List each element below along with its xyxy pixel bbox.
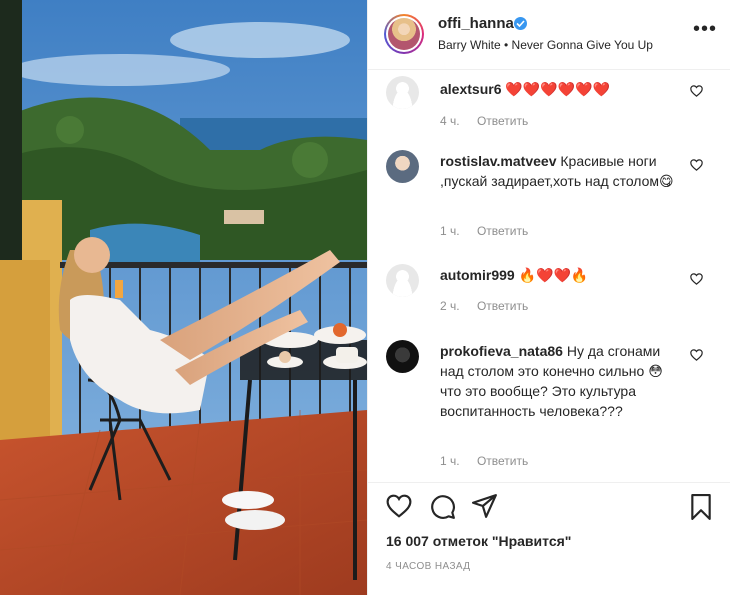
comment-text: rostislav.matveev Красивые ноги ,пускай … bbox=[440, 151, 680, 191]
comment-time: 1 ч. bbox=[440, 224, 460, 238]
comment-time: 2 ч. bbox=[440, 299, 460, 313]
comment-time: 1 ч. bbox=[440, 454, 460, 468]
like-comment-heart-icon[interactable] bbox=[690, 348, 703, 366]
comment-meta: 4 ч. Ответить bbox=[440, 114, 542, 128]
like-heart-icon[interactable] bbox=[386, 494, 412, 523]
share-paper-plane-icon[interactable] bbox=[472, 494, 498, 523]
comment-username[interactable]: rostislav.matveev bbox=[440, 153, 556, 169]
comment-body: ❤️❤️❤️❤️❤️❤️ bbox=[505, 81, 610, 97]
like-comment-heart-icon[interactable] bbox=[690, 158, 703, 176]
post-header: offi_hanna Barry White • Never Gonna Giv… bbox=[368, 0, 730, 70]
comment-meta: 1 ч. Ответить bbox=[440, 454, 542, 468]
commenter-avatar[interactable] bbox=[386, 76, 419, 109]
like-comment-heart-icon[interactable] bbox=[690, 272, 703, 290]
likes-count[interactable]: 16 007 отметок "Нравится" bbox=[386, 533, 571, 549]
comment-meta: 1 ч. Ответить bbox=[440, 224, 542, 238]
post-actions: 16 007 отметок "Нравится" 4 ЧАСОВ НАЗАД bbox=[368, 482, 730, 595]
author-username[interactable]: offi_hanna bbox=[438, 15, 514, 32]
commenter-avatar[interactable] bbox=[386, 340, 419, 373]
comment-username[interactable]: automir999 bbox=[440, 267, 515, 283]
comment-time: 4 ч. bbox=[440, 114, 460, 128]
reply-button[interactable]: Ответить bbox=[477, 454, 528, 468]
post-photo[interactable] bbox=[0, 0, 367, 595]
reply-button[interactable]: Ответить bbox=[477, 299, 528, 313]
author-avatar[interactable] bbox=[384, 14, 424, 54]
commenter-avatar[interactable] bbox=[386, 264, 419, 297]
reply-button[interactable]: Ответить bbox=[477, 224, 528, 238]
comment-username[interactable]: prokofieva_nata86 bbox=[440, 343, 563, 359]
comment-text: automir999 🔥❤️❤️🔥 bbox=[440, 265, 680, 285]
comment-text: alextsur6 ❤️❤️❤️❤️❤️❤️ bbox=[440, 79, 680, 99]
more-options-icon[interactable]: ••• bbox=[693, 19, 717, 39]
verified-badge-icon bbox=[514, 17, 527, 30]
comment-meta: 2 ч. Ответить bbox=[440, 299, 542, 313]
comment-body: 🔥❤️❤️🔥 bbox=[518, 267, 589, 283]
post-time-ago: 4 ЧАСОВ НАЗАД bbox=[386, 561, 471, 572]
commenter-avatar[interactable] bbox=[386, 150, 419, 183]
post-photo-illustration bbox=[0, 0, 367, 595]
comment-text: prokofieva_nata86 Ну да сгонами над стол… bbox=[440, 341, 680, 421]
comments-list: alextsur6 ❤️❤️❤️❤️❤️❤️ 4 ч. Ответить ros… bbox=[368, 70, 730, 482]
comment-username[interactable]: alextsur6 bbox=[440, 81, 501, 97]
save-bookmark-icon[interactable] bbox=[690, 494, 712, 525]
comment-bubble-icon[interactable] bbox=[430, 494, 456, 525]
like-comment-heart-icon[interactable] bbox=[690, 84, 703, 102]
post-side-panel: offi_hanna Barry White • Never Gonna Giv… bbox=[367, 0, 730, 595]
reply-button[interactable]: Ответить bbox=[477, 114, 528, 128]
audio-track-link[interactable]: Barry White • Never Gonna Give You Up bbox=[438, 38, 653, 52]
